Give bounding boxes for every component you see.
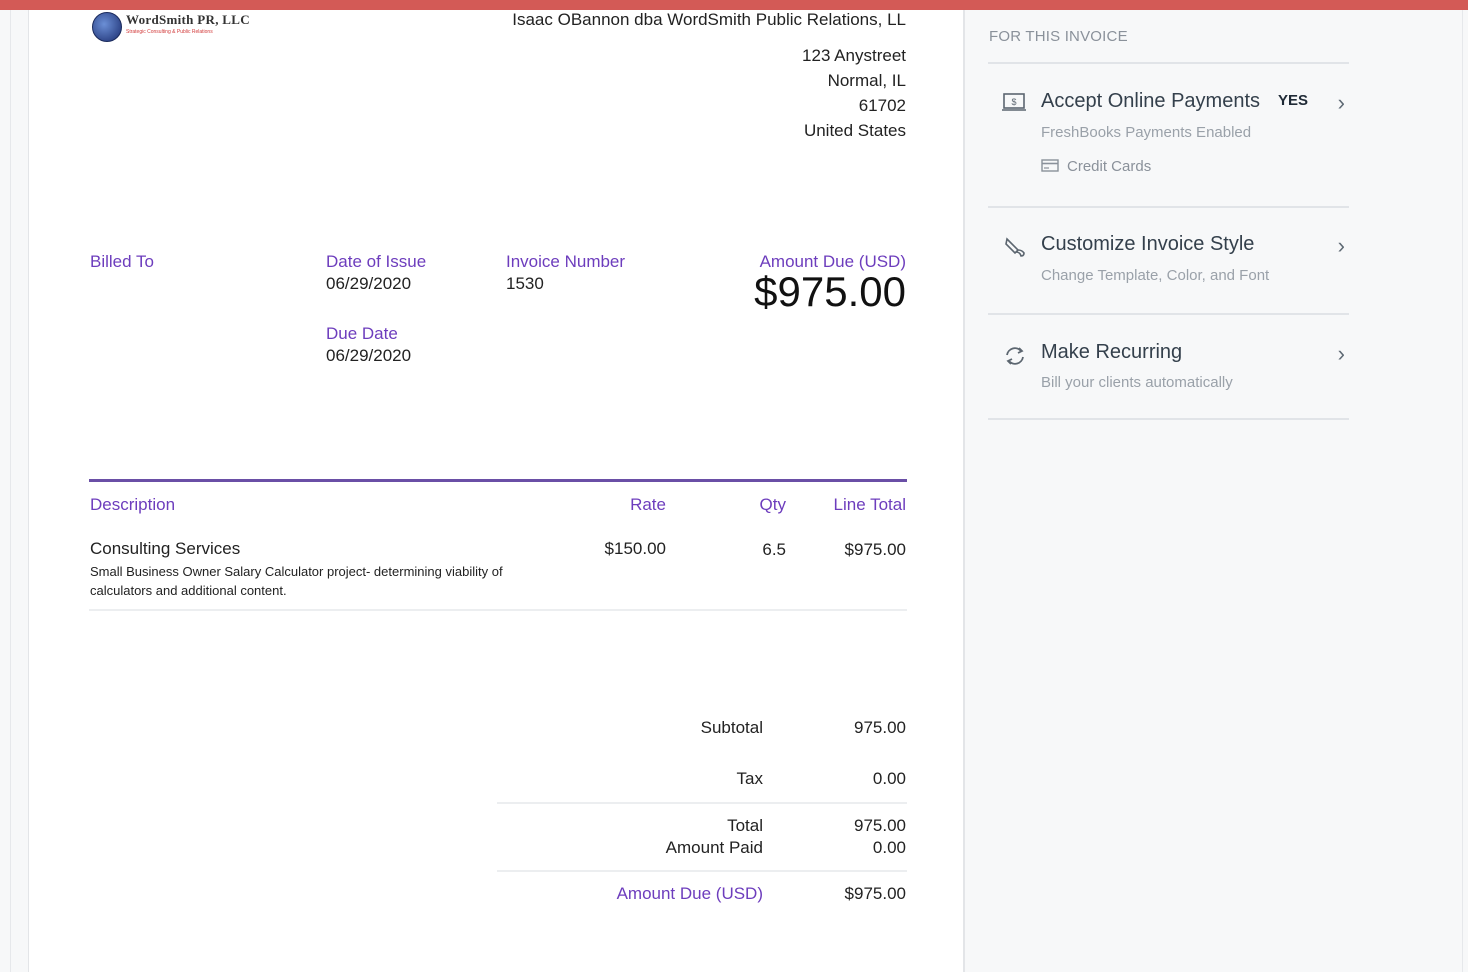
sidebar-item-title: Make Recurring xyxy=(1041,341,1183,363)
subtotal-value: 975.00 xyxy=(854,718,906,737)
sidebar-item-make-recurring[interactable]: Make Recurring › Bill your clients autom… xyxy=(988,341,1349,411)
business-country: United States xyxy=(803,121,906,140)
business-address: Isaac OBannon dba WordSmith Public Relat… xyxy=(512,10,906,143)
sidebar-item-title: Accept Online Payments xyxy=(1041,90,1260,112)
company-logo: WordSmith PR, LLC Strategic Consulting &… xyxy=(92,12,250,42)
sidebar-item-subtitle: Bill your clients automatically xyxy=(1041,374,1233,391)
date-of-issue-value[interactable]: 06/29/2020 xyxy=(326,274,411,294)
item-line-total: $975.00 xyxy=(844,540,906,559)
svg-text:$: $ xyxy=(1011,97,1016,107)
sidebar-item-subtitle: Change Template, Color, and Font xyxy=(1041,267,1270,284)
invoice-number-value[interactable]: 1530 xyxy=(506,274,544,294)
amount-paid-value: 0.00 xyxy=(872,838,906,857)
sidebar-heading: FOR THIS INVOICE xyxy=(989,28,1128,45)
sidebar-item-customize-invoice-style[interactable]: Customize Invoice Style › Change Templat… xyxy=(988,233,1349,303)
business-zip: 61702 xyxy=(858,96,906,115)
logo-tagline: Strategic Consulting & Public Relations xyxy=(126,29,213,35)
business-name: Isaac OBannon dba WordSmith Public Relat… xyxy=(512,10,906,29)
right-gutter-line xyxy=(1462,10,1463,972)
item-qty: 6.5 xyxy=(762,540,786,559)
business-city-state: Normal, IL xyxy=(827,71,906,90)
tax-label: Tax xyxy=(736,769,763,788)
chevron-right-icon: › xyxy=(1337,90,1345,115)
chevron-right-icon: › xyxy=(1337,233,1345,258)
invoice-number-label: Invoice Number xyxy=(506,252,626,271)
payment-icon: $ xyxy=(1002,92,1028,118)
due-date-value[interactable]: 06/29/2020 xyxy=(326,346,411,366)
credit-cards-option[interactable]: Credit Cards xyxy=(1041,158,1151,176)
amount-due-divider xyxy=(497,870,907,872)
date-of-issue-label: Date of Issue xyxy=(326,252,427,271)
table-top-rule xyxy=(89,479,907,482)
amount-due-value: $975.00 xyxy=(754,268,906,315)
business-street: 123 Anystreet xyxy=(802,46,906,65)
amount-paid-label: Amount Paid xyxy=(665,838,763,857)
recurring-icon xyxy=(1002,343,1028,369)
total-label: Total xyxy=(727,816,763,835)
due-date-label: Due Date xyxy=(326,324,398,343)
enabled-badge: YES xyxy=(1278,92,1309,109)
item-title: Consulting Services xyxy=(90,539,241,558)
sidebar-item-subtitle: FreshBooks Payments Enabled xyxy=(1041,124,1252,141)
sidebar-item-accept-online-payments[interactable]: $ Accept Online Payments YES › FreshBook… xyxy=(988,90,1349,200)
tax-value: 0.00 xyxy=(872,769,906,788)
invoice-paper xyxy=(28,10,965,972)
item-rate: $150.00 xyxy=(604,539,666,558)
row-divider xyxy=(89,609,907,611)
globe-logo-icon xyxy=(92,12,122,42)
description-header: Description xyxy=(90,495,176,514)
credit-card-icon xyxy=(1041,158,1059,176)
sidebar-divider xyxy=(988,206,1349,208)
sidebar-divider xyxy=(988,418,1349,420)
sidebar-item-title: Customize Invoice Style xyxy=(1041,233,1255,255)
totals-amount-due-value: $975.00 xyxy=(844,884,906,903)
credit-cards-label: Credit Cards xyxy=(1067,158,1152,175)
sidebar-divider xyxy=(988,62,1349,64)
line-total-header: Line Total xyxy=(833,495,906,514)
logo-name: WordSmith PR, LLC xyxy=(126,12,250,27)
left-gutter-line xyxy=(10,10,11,972)
top-accent-bar xyxy=(0,0,1468,10)
totals-divider xyxy=(497,802,907,804)
subtotal-label: Subtotal xyxy=(700,718,763,737)
totals-amount-due-label: Amount Due (USD) xyxy=(616,884,763,903)
paint-icon xyxy=(1002,235,1028,261)
item-description: Small Business Owner Salary Calculator p… xyxy=(90,564,503,598)
chevron-right-icon: › xyxy=(1337,341,1345,366)
total-value: 975.00 xyxy=(854,816,906,835)
qty-header: Qty xyxy=(759,495,786,514)
rate-header: Rate xyxy=(630,495,666,514)
sidebar-divider xyxy=(988,313,1349,315)
billed-to-label[interactable]: Billed To xyxy=(90,252,154,272)
